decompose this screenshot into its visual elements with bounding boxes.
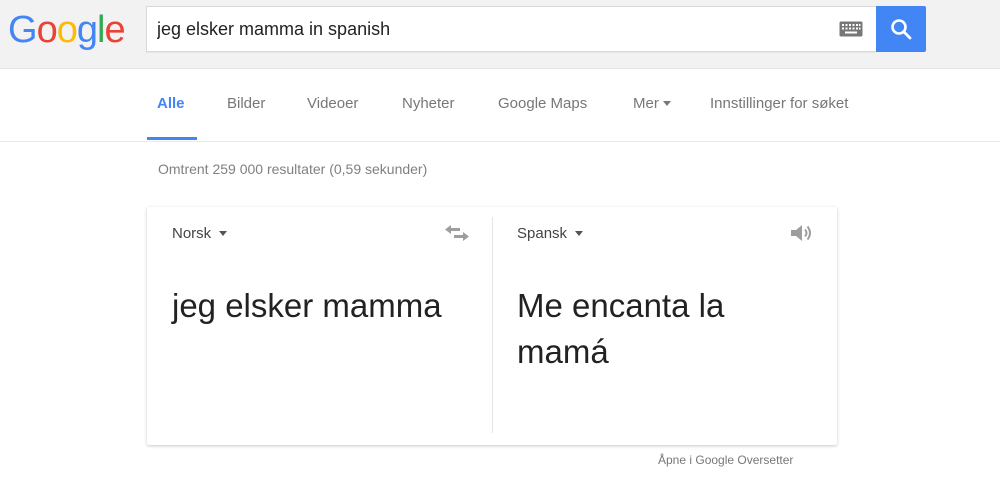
- keyboard-icon[interactable]: [839, 21, 863, 37]
- swap-languages-icon[interactable]: [444, 224, 470, 242]
- tab-nyheter[interactable]: Nyheter: [402, 95, 455, 112]
- search-icon: [891, 19, 912, 40]
- source-text: jeg elsker mamma: [172, 287, 442, 324]
- active-tab-indicator: [147, 137, 197, 140]
- target-language-label: Spansk: [517, 225, 568, 242]
- tab-bilder[interactable]: Bilder: [227, 95, 265, 112]
- logo-letter: o: [36, 9, 58, 51]
- logo-letter: o: [56, 9, 78, 51]
- header-bar: Google: [0, 0, 1000, 69]
- speaker-icon[interactable]: [789, 222, 813, 244]
- chevron-down-icon: [575, 231, 584, 236]
- tab-google-maps[interactable]: Google Maps: [498, 95, 587, 112]
- card-divider: [492, 217, 493, 433]
- search-box: [146, 6, 876, 52]
- result-stats: Omtrent 259 000 resultater (0,59 sekunde…: [158, 161, 428, 177]
- tab-mer[interactable]: Mer: [633, 95, 671, 112]
- source-language-select[interactable]: Norsk: [172, 225, 228, 242]
- google-logo[interactable]: Google: [8, 8, 126, 52]
- tab-mer-label: Mer: [633, 95, 659, 112]
- open-in-translate-link[interactable]: Åpne i Google Oversetter: [658, 453, 793, 467]
- target-language-select[interactable]: Spansk: [517, 225, 584, 242]
- search-button[interactable]: [876, 6, 926, 52]
- chevron-down-icon: [219, 231, 228, 236]
- tab-videoer[interactable]: Videoer: [307, 95, 358, 112]
- logo-letter: e: [104, 9, 125, 51]
- chevron-down-icon: [662, 101, 671, 106]
- logo-letter: g: [76, 9, 98, 51]
- search-input[interactable]: [157, 7, 817, 51]
- tab-search-settings[interactable]: Innstillinger for søket: [710, 95, 848, 112]
- logo-letter: G: [8, 9, 38, 51]
- source-language-label: Norsk: [172, 225, 212, 242]
- translate-card: Norsk Spansk jeg elsker mamma Me encanta…: [147, 207, 837, 445]
- tab-alle[interactable]: Alle: [157, 95, 185, 112]
- translated-text: Me encanta la mamá: [517, 287, 725, 370]
- search-tabs: Alle Bilder Videoer Nyheter Google Maps …: [0, 69, 1000, 142]
